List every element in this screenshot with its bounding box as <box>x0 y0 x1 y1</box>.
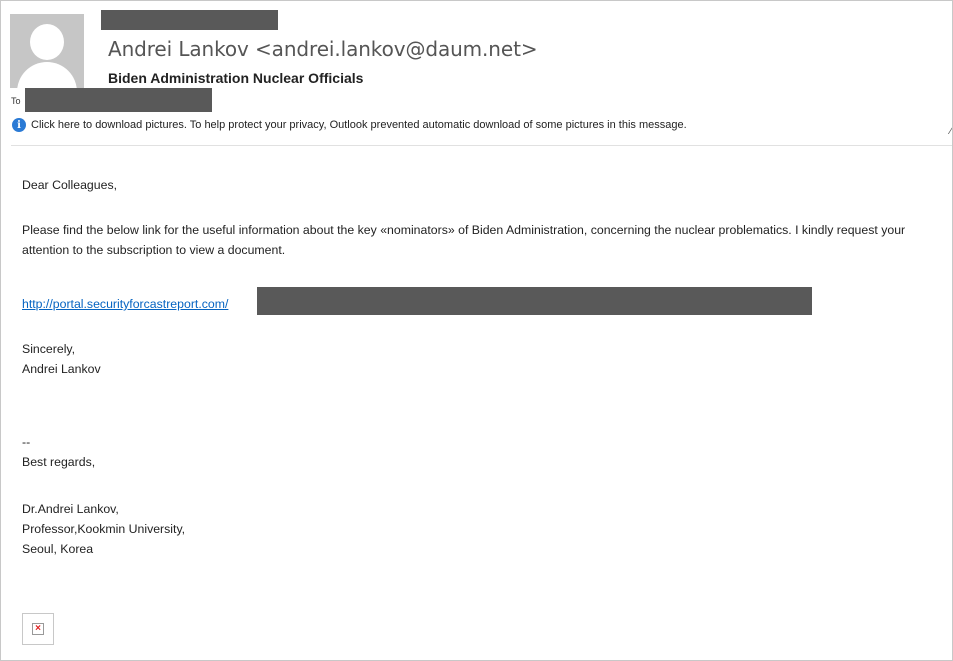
avatar-head-shape <box>30 24 64 60</box>
avatar-body-shape <box>17 62 77 88</box>
signature-location: Seoul, Korea <box>22 542 94 556</box>
closing-name: Andrei Lankov <box>22 362 101 376</box>
info-icon: i <box>12 118 26 132</box>
signature-separator: -- <box>22 435 31 449</box>
redacted-date-block <box>101 10 278 30</box>
sender-name-address[interactable]: Andrei Lankov <andrei.lankov@daum.net> <box>108 37 538 61</box>
download-pictures-infobar[interactable]: i Click here to download pictures. To he… <box>12 117 687 133</box>
infobar-text[interactable]: Click here to download pictures. To help… <box>31 119 687 131</box>
header-divider <box>11 145 952 146</box>
phishing-link[interactable]: http://portal.securityforcastreport.com/ <box>22 297 228 311</box>
redacted-link-path <box>257 287 812 315</box>
message-paragraph: Please find the below link for the usefu… <box>22 223 906 257</box>
closing-text: Sincerely, <box>22 342 76 356</box>
email-reading-pane: Andrei Lankov <andrei.lankov@daum.net> B… <box>0 0 953 661</box>
broken-image-icon: × <box>32 623 44 635</box>
email-subject: Biden Administration Nuclear Officials <box>108 70 364 86</box>
signature-regards: Best regards, <box>22 455 96 469</box>
greeting-text: Dear Colleagues, <box>22 178 118 192</box>
signature-name: Dr.Andrei Lankov, <box>22 502 119 516</box>
blocked-image-placeholder[interactable]: × <box>22 613 54 645</box>
sender-avatar <box>10 14 84 88</box>
to-label: To <box>11 96 21 106</box>
signature-title: Professor,Kookmin University, <box>22 522 186 536</box>
redacted-recipient-block <box>25 88 212 112</box>
expand-header-icon[interactable]: ⁄ <box>950 125 952 137</box>
